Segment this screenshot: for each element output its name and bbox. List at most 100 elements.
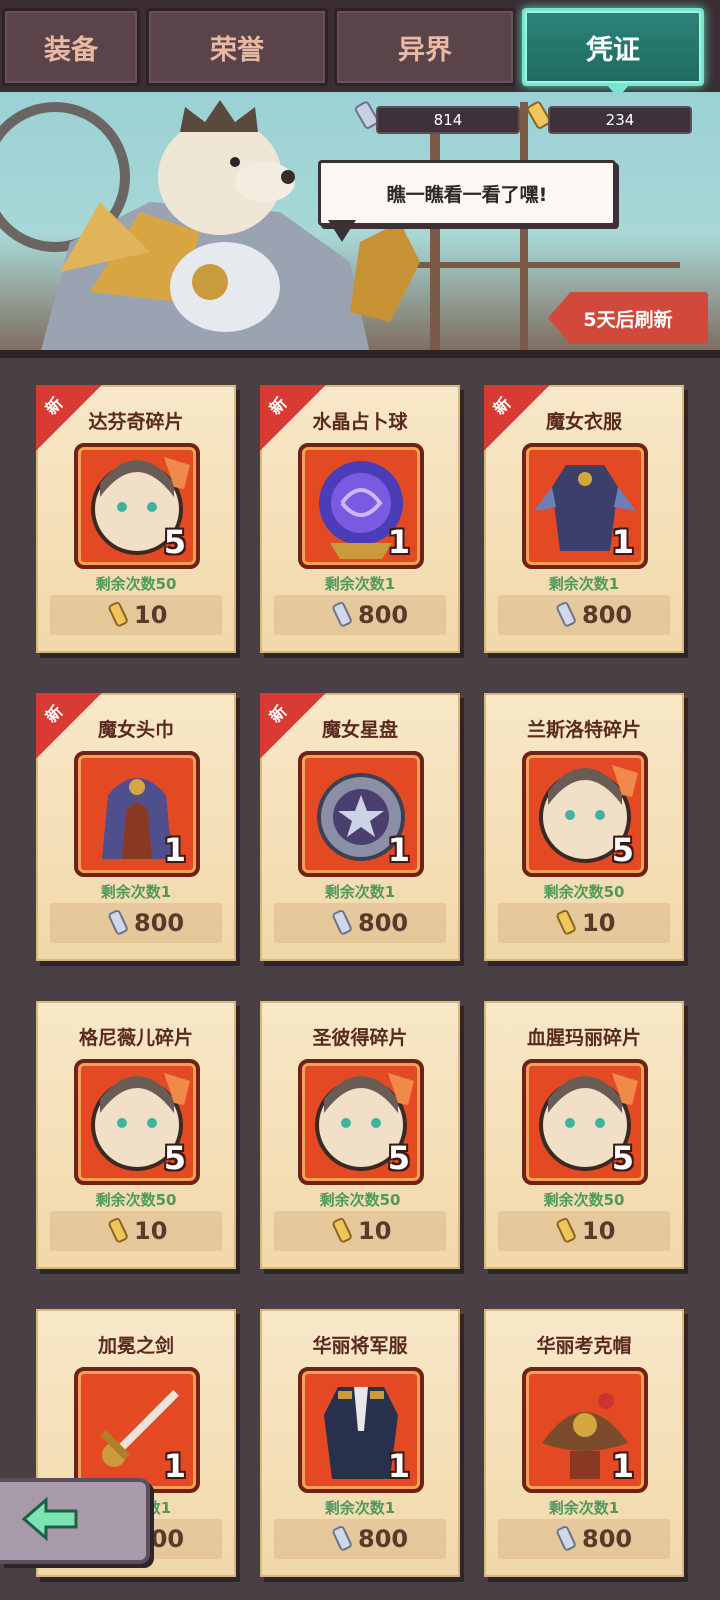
shop-item-card[interactable]: 华丽将军服 1 剩余次数1 800 xyxy=(260,1309,460,1577)
shop-item-card[interactable]: 兰斯洛特碎片 5 剩余次数50 10 xyxy=(484,693,684,961)
remaining-count: 剩余次数50 xyxy=(543,1191,625,1209)
gold-scroll-icon xyxy=(554,1217,580,1245)
gold-scroll-icon xyxy=(106,601,132,629)
scene-divider xyxy=(0,350,720,358)
price-box: 800 xyxy=(498,1519,670,1559)
item-name: 兰斯洛特碎片 xyxy=(526,719,641,741)
item-quantity: 5 xyxy=(611,831,634,869)
item-icon-frame: 5 xyxy=(74,443,200,569)
item-name: 格尼薇儿碎片 xyxy=(78,1027,193,1049)
item-quantity: 5 xyxy=(163,1139,186,1177)
tab-otherworld[interactable]: 异界 xyxy=(334,8,516,86)
remaining-count: 剩余次数1 xyxy=(548,575,620,593)
shop-item-card[interactable]: 新达芬奇碎片 5 剩余次数50 10 xyxy=(36,385,236,653)
item-price: 800 xyxy=(134,909,185,937)
item-icon-frame: 1 xyxy=(298,751,424,877)
price-box: 10 xyxy=(498,1211,670,1251)
item-name: 圣彼得碎片 xyxy=(312,1027,408,1049)
tab-equipment[interactable]: 装备 xyxy=(2,8,140,86)
price-box: 800 xyxy=(274,903,446,943)
merchant-speech-bubble: 瞧一瞧看一看了嘿! xyxy=(318,160,616,226)
remaining-count: 剩余次数1 xyxy=(324,1499,396,1517)
item-quantity: 5 xyxy=(387,1139,410,1177)
item-quantity: 1 xyxy=(163,1447,186,1485)
item-icon-frame: 1 xyxy=(74,751,200,877)
price-box: 800 xyxy=(274,595,446,635)
item-name: 加冕之剑 xyxy=(97,1335,174,1357)
silver-scroll-icon xyxy=(106,909,132,937)
item-price: 800 xyxy=(358,601,409,629)
remaining-count: 剩余次数50 xyxy=(95,575,177,593)
remaining-count: 剩余次数1 xyxy=(100,883,172,901)
tab-voucher[interactable]: 凭证 xyxy=(522,8,704,86)
item-icon-frame: 1 xyxy=(298,443,424,569)
silver-currency-display: 814 xyxy=(376,106,520,134)
item-price: 800 xyxy=(582,1525,633,1553)
item-quantity: 1 xyxy=(387,523,410,561)
item-name: 魔女衣服 xyxy=(545,411,622,433)
item-icon-frame: 5 xyxy=(74,1059,200,1185)
shop-item-card[interactable]: 新魔女星盘 1 剩余次数1 800 xyxy=(260,693,460,961)
item-icon-frame: 1 xyxy=(298,1367,424,1493)
shop-item-card[interactable]: 圣彼得碎片 5 剩余次数50 10 xyxy=(260,1001,460,1269)
tab-bar: 装备 荣誉 异界 凭证 xyxy=(0,0,720,98)
price-box: 10 xyxy=(498,903,670,943)
remaining-count: 剩余次数50 xyxy=(95,1191,177,1209)
item-quantity: 5 xyxy=(163,523,186,561)
item-name: 达芬奇碎片 xyxy=(88,411,184,433)
price-box: 800 xyxy=(50,903,222,943)
item-name: 华丽将军服 xyxy=(312,1335,408,1357)
back-button[interactable] xyxy=(0,1478,150,1564)
mast-decoration xyxy=(520,102,528,354)
item-price: 10 xyxy=(134,601,168,629)
item-price: 10 xyxy=(582,1217,616,1245)
price-box: 10 xyxy=(50,1211,222,1251)
item-icon-frame: 5 xyxy=(522,751,648,877)
item-icon-frame: 1 xyxy=(522,1367,648,1493)
silver-scroll-icon xyxy=(330,909,356,937)
item-quantity: 1 xyxy=(387,831,410,869)
refresh-timer-banner: 5天后刷新 xyxy=(548,292,708,344)
price-box: 10 xyxy=(50,595,222,635)
silver-scroll-icon xyxy=(330,1525,356,1553)
item-price: 800 xyxy=(358,909,409,937)
shop-item-card[interactable]: 格尼薇儿碎片 5 剩余次数50 10 xyxy=(36,1001,236,1269)
shop-item-card[interactable]: 新魔女头巾 1 剩余次数1 800 xyxy=(36,693,236,961)
remaining-count: 剩余次数1 xyxy=(548,1499,620,1517)
item-quantity: 1 xyxy=(611,523,634,561)
remaining-count: 剩余次数1 xyxy=(324,883,396,901)
item-icon-frame: 1 xyxy=(74,1367,200,1493)
item-quantity: 5 xyxy=(611,1139,634,1177)
remaining-count: 剩余次数50 xyxy=(543,883,625,901)
item-quantity: 1 xyxy=(611,1447,634,1485)
gold-scroll-icon xyxy=(106,1217,132,1245)
gold-currency-display: 234 xyxy=(548,106,692,134)
silver-scroll-icon xyxy=(554,1525,580,1553)
gold-scroll-icon xyxy=(330,1217,356,1245)
item-price: 800 xyxy=(582,601,633,629)
item-price: 10 xyxy=(582,909,616,937)
shop-item-card[interactable]: 新魔女衣服 1 剩余次数1 800 xyxy=(484,385,684,653)
shop-item-card[interactable]: 新水晶占卜球 1 剩余次数1 800 xyxy=(260,385,460,653)
item-price: 10 xyxy=(358,1217,392,1245)
item-quantity: 1 xyxy=(387,1447,410,1485)
item-icon-frame: 5 xyxy=(298,1059,424,1185)
price-box: 800 xyxy=(498,595,670,635)
item-icon-frame: 1 xyxy=(522,443,648,569)
gold-scroll-icon xyxy=(554,909,580,937)
price-box: 10 xyxy=(274,1211,446,1251)
item-name: 华丽考克帽 xyxy=(536,1335,632,1357)
item-icon-frame: 5 xyxy=(522,1059,648,1185)
tab-honor[interactable]: 荣誉 xyxy=(146,8,328,86)
item-price: 10 xyxy=(134,1217,168,1245)
item-name: 血腥玛丽碎片 xyxy=(526,1027,641,1049)
shop-item-card[interactable]: 华丽考克帽 1 剩余次数1 800 xyxy=(484,1309,684,1577)
silver-scroll-icon xyxy=(554,601,580,629)
remaining-count: 剩余次数50 xyxy=(319,1191,401,1209)
shop-item-card[interactable]: 血腥玛丽碎片 5 剩余次数50 10 xyxy=(484,1001,684,1269)
item-price: 800 xyxy=(358,1525,409,1553)
silver-scroll-icon xyxy=(330,601,356,629)
price-box: 800 xyxy=(274,1519,446,1559)
remaining-count: 剩余次数1 xyxy=(324,575,396,593)
item-name: 魔女头巾 xyxy=(97,719,174,741)
